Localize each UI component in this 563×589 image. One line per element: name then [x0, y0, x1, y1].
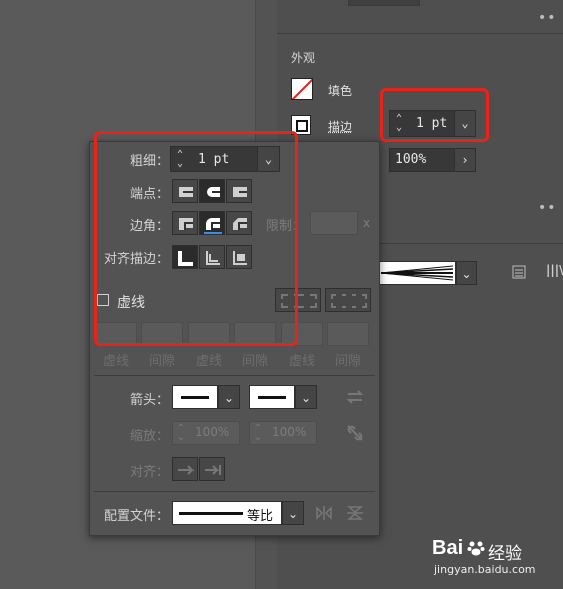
scale-end-value[interactable]: 100% [272, 425, 306, 439]
limit-field[interactable] [310, 211, 358, 235]
scale-end-field[interactable]: ⌃ ⌄ 100% [249, 421, 317, 445]
top-partial-field [348, 0, 420, 6]
end-arrowhead-chevron-icon[interactable]: ⌄ [295, 385, 317, 409]
gap-header: 间隙 [148, 354, 175, 369]
start-arrowhead-select[interactable] [172, 385, 218, 409]
watermark-url: jingyan.baidu.com [434, 563, 536, 576]
gap-field-3[interactable] [327, 322, 369, 346]
popup-divider [94, 375, 375, 376]
profile-select[interactable]: 等比 [172, 501, 282, 525]
gap-header: 间隙 [334, 354, 361, 369]
fill-none-swatch[interactable] [291, 78, 313, 100]
profile-line [179, 512, 243, 515]
stroke-label-link[interactable]: 描边 [328, 118, 352, 135]
watermark-brand-suffix: 经验 [488, 544, 522, 564]
scale-start-stepper[interactable]: ⌃ ⌄ [175, 424, 187, 443]
brush-library-icon[interactable] [512, 264, 526, 280]
start-arrowhead-chevron-icon[interactable]: ⌄ [218, 385, 240, 409]
end-arrowhead-select[interactable] [249, 385, 295, 409]
link-scale-icon[interactable] [346, 424, 364, 446]
dash-header: 虚线 [288, 354, 315, 369]
highlight-box-stroke-options [94, 131, 298, 346]
profile-chevron-down-icon[interactable]: ⌄ [282, 501, 304, 525]
watermark-brand: Bai [432, 537, 464, 559]
extend-arrow-tip-icon[interactable] [172, 457, 198, 481]
limit-suffix: x [363, 216, 371, 230]
brush-dropdown-chevron-icon[interactable]: ⌄ [456, 261, 477, 285]
place-arrow-tip-icon[interactable] [199, 457, 225, 481]
profile-label: 配置文件： [103, 509, 169, 524]
arrowhead-label: 箭头： [129, 393, 169, 408]
dash-header: 虚线 [195, 354, 222, 369]
brush-options-icon[interactable]: |||\ [546, 263, 563, 277]
opacity-value[interactable]: 100% [395, 152, 426, 167]
panel-menu-icon-2[interactable]: •• [538, 200, 557, 216]
profile-value[interactable]: 等比 [247, 505, 273, 524]
appearance-title: 外观 [291, 51, 316, 65]
swap-arrowheads-icon[interactable] [346, 389, 364, 409]
gap-header: 间隙 [241, 354, 268, 369]
align-dash-icon[interactable] [325, 288, 371, 312]
brush-preview[interactable] [378, 261, 456, 285]
opacity-field[interactable]: 100% › [389, 148, 476, 172]
flip-along-icon[interactable] [315, 505, 333, 525]
flip-across-icon[interactable] [346, 505, 364, 525]
scale-label: 缩放： [129, 429, 169, 444]
dash-header: 虚线 [102, 354, 129, 369]
fill-label[interactable]: 填色 [328, 82, 352, 99]
panel-menu-icon[interactable]: •• [538, 10, 557, 26]
section-divider [277, 33, 563, 34]
highlight-box-stroke [380, 88, 489, 142]
arrow-align-label: 对齐： [129, 465, 169, 480]
scale-start-value[interactable]: 100% [195, 425, 229, 439]
chevron-right-icon[interactable]: › [454, 149, 475, 171]
scale-start-field[interactable]: ⌃ ⌄ 100% [172, 421, 240, 445]
popup-divider-2 [94, 491, 375, 492]
scale-end-stepper[interactable]: ⌃ ⌄ [252, 424, 264, 443]
paw-logo-icon [467, 539, 485, 557]
